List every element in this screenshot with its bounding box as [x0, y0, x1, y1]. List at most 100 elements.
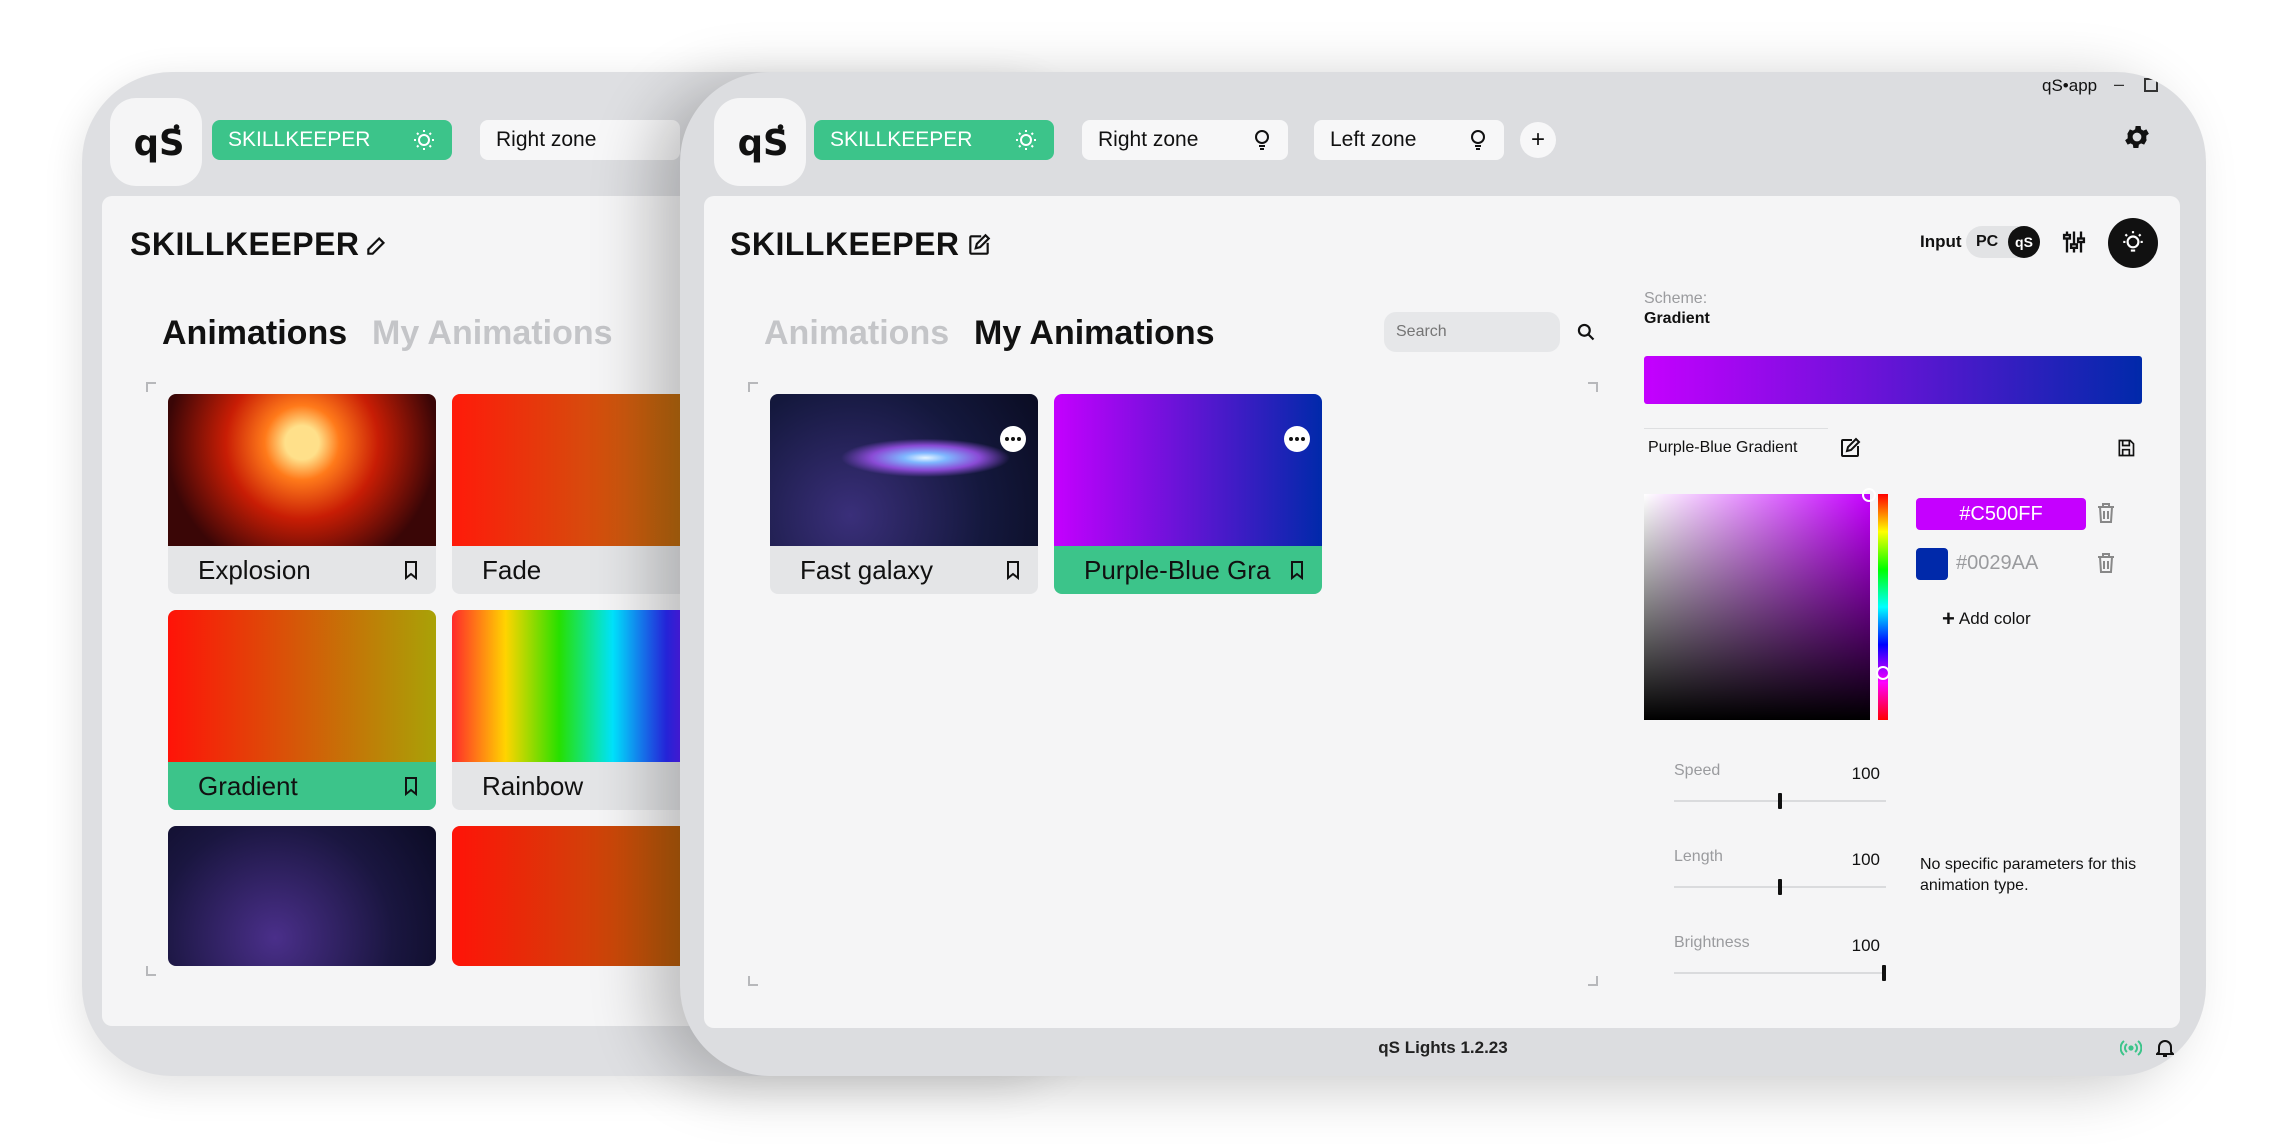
light-toggle-button[interactable] — [2108, 218, 2158, 268]
save-icon[interactable] — [2116, 438, 2136, 463]
animation-card-fast-galaxy[interactable]: Fast galaxy — [770, 394, 1038, 594]
length-slider[interactable]: Length 100 — [1674, 848, 1886, 908]
more-icon[interactable] — [1284, 426, 1310, 452]
zone-label: Right zone — [1098, 128, 1199, 151]
qs-logo-icon: qS — [134, 123, 184, 164]
add-color-label: Add color — [1958, 609, 2031, 628]
zone-pill-skillkeeper[interactable]: SKILLKEEPER — [212, 120, 452, 160]
animation-card-purple-blue-gradient[interactable]: Purple-Blue Gra — [1054, 394, 1322, 594]
card-thumbnail — [168, 826, 436, 966]
qs-logo-icon: qS — [2008, 226, 2040, 258]
minimize-button[interactable]: – — [2114, 74, 2124, 95]
card-thumbnail — [1054, 394, 1322, 546]
card-thumbnail — [770, 394, 1038, 546]
grid-corner — [146, 966, 156, 976]
slider-value: 100 — [1851, 850, 1880, 869]
picker-handle[interactable] — [1862, 488, 1876, 502]
grid-corner — [1588, 382, 1598, 392]
card-label: Fast galaxy — [800, 554, 933, 585]
input-label: Input — [1920, 232, 1962, 251]
color-saturation-picker[interactable] — [1644, 488, 1876, 720]
footer-version: qS Lights 1.2.23 — [1378, 1038, 1508, 1057]
plus-icon: + — [1942, 606, 1955, 631]
maximize-button[interactable] — [2144, 78, 2158, 92]
grid-corner — [1588, 976, 1598, 986]
bookmark-icon[interactable] — [1004, 560, 1022, 580]
bulb-icon — [1014, 128, 1038, 152]
bookmark-icon[interactable] — [1288, 560, 1306, 580]
no-params-text: No specific parameters for this animatio… — [1920, 856, 2137, 894]
search-input[interactable] — [1384, 312, 1560, 352]
more-icon[interactable] — [1000, 426, 1026, 452]
edit-icon[interactable] — [1838, 436, 1862, 465]
bell-icon[interactable] — [2154, 1038, 2176, 1063]
tab-animations[interactable]: Animations — [162, 314, 347, 353]
speed-slider[interactable]: Speed 100 — [1674, 762, 1886, 822]
zone-pill-skillkeeper[interactable]: SKILLKEEPER — [814, 120, 1054, 160]
zone-label: Left zone — [1330, 128, 1417, 151]
search-icon[interactable] — [1576, 322, 1596, 347]
slider-value: 100 — [1851, 936, 1880, 955]
window-app-label: qS•app — [2042, 76, 2098, 95]
bookmark-icon[interactable] — [402, 560, 420, 580]
grid-corner — [748, 382, 758, 392]
app-logo: qS — [714, 98, 806, 186]
zone-pill-right[interactable]: Right zone — [480, 120, 680, 160]
bookmark-icon[interactable] — [402, 776, 420, 796]
animation-card-explosion[interactable]: Explosion — [168, 394, 436, 594]
zone-pill-right[interactable]: Right zone — [1082, 120, 1288, 160]
trash-icon[interactable] — [2096, 552, 2116, 579]
edit-icon[interactable] — [966, 232, 992, 263]
search-box — [1384, 312, 1560, 352]
card-label: Rainbow — [482, 770, 584, 801]
animation-card-gradient[interactable]: Gradient — [168, 610, 436, 810]
bulb-icon — [1252, 129, 1272, 151]
bulb-icon — [412, 128, 436, 152]
sliders-icon[interactable] — [2060, 228, 2088, 261]
input-toggle[interactable]: PC qS — [1966, 226, 2040, 258]
card-label: Explosion — [198, 554, 311, 585]
profile-title: SKILLKEEPER — [130, 226, 360, 262]
grid-corner — [748, 976, 758, 986]
scheme-value[interactable]: Gradient — [1644, 310, 1710, 328]
zone-pill-left[interactable]: Left zone — [1314, 120, 1504, 160]
tab-my-animations[interactable]: My Animations — [372, 314, 613, 353]
card-thumbnail — [168, 610, 436, 762]
app-window: qS•app – qS SKILLKEEPER Right zone Left … — [680, 72, 2206, 1076]
card-thumbnail — [168, 394, 436, 546]
animation-card-stars[interactable] — [168, 826, 436, 966]
main-panel: SKILLKEEPER Input PC qS Animations My An… — [704, 196, 2180, 1028]
gradient-preview-bar — [1644, 356, 2142, 404]
tab-my-animations[interactable]: My Animations — [974, 314, 1215, 353]
color-swatch-active[interactable]: #C500FF — [1916, 498, 2086, 530]
add-zone-button[interactable]: + — [1520, 122, 1556, 158]
card-label: Gradient — [198, 770, 298, 801]
scheme-label: Scheme: — [1644, 290, 1708, 307]
trash-icon[interactable] — [2096, 502, 2116, 529]
brightness-slider[interactable]: Brightness 100 — [1674, 934, 1886, 994]
slider-label: Speed — [1674, 762, 1721, 779]
qs-logo-icon: qS — [738, 123, 788, 164]
color-swatch[interactable] — [1916, 548, 1948, 580]
bulb-icon — [1468, 129, 1488, 151]
color-hex-label[interactable]: #0029AA — [1956, 552, 2038, 575]
profile-title: SKILLKEEPER — [730, 226, 960, 262]
grid-corner — [146, 382, 156, 392]
tab-animations[interactable]: Animations — [764, 314, 949, 353]
hue-handle[interactable] — [1876, 666, 1890, 680]
input-source-label: PC — [1976, 233, 1999, 250]
gear-icon[interactable] — [2122, 122, 2152, 157]
broadcast-icon[interactable] — [2119, 1038, 2143, 1063]
gradient-name-field[interactable]: Purple-Blue Gradient — [1644, 428, 1828, 468]
hue-slider[interactable] — [1876, 494, 1890, 720]
slider-thumb[interactable] — [1778, 793, 1782, 809]
app-logo: qS — [110, 98, 202, 186]
slider-thumb[interactable] — [1778, 879, 1782, 895]
slider-value: 100 — [1851, 764, 1880, 783]
zone-label: SKILLKEEPER — [830, 128, 973, 151]
slider-thumb[interactable] — [1882, 965, 1886, 981]
add-color-button[interactable]: + Add color — [1942, 606, 2031, 632]
zone-label: SKILLKEEPER — [228, 128, 371, 151]
slider-label: Length — [1674, 848, 1723, 865]
edit-icon[interactable] — [364, 232, 390, 263]
